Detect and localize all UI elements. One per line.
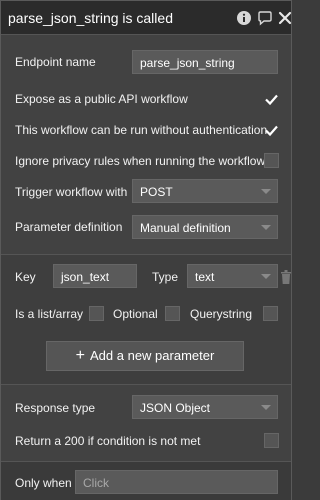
trigger-method-select[interactable]: POST [132,179,278,203]
add-parameter-label: Add a new parameter [90,348,215,363]
response-type-value: JSON Object [140,401,211,415]
workflow-editor-panel: parse_json_string is called Endpoint nam… [0,0,292,500]
param-definition-value: Manual definition [140,221,231,235]
only-when-input[interactable]: Click [75,470,278,494]
title-bar: parse_json_string is called [1,1,293,35]
no-auth-checkbox[interactable] [264,123,279,138]
condition-section: Only when Click [1,461,291,500]
optional-checkbox[interactable] [165,306,180,321]
key-label: Key [15,270,36,284]
trash-icon[interactable] [281,270,291,284]
add-parameter-button[interactable]: + Add a new parameter [46,341,244,371]
chevron-down-icon [261,274,271,279]
endpoint-name-input[interactable]: parse_json_string [132,50,278,74]
ignore-privacy-label: Ignore privacy rules when running the wo… [15,154,266,168]
param-definition-select[interactable]: Manual definition [132,215,278,239]
trigger-label: Trigger workflow with [15,185,128,199]
response-type-label: Response type [15,401,96,415]
param-definition-label: Parameter definition [15,220,123,234]
querystring-label: Querystring [190,307,253,321]
check-icon [265,125,278,137]
endpoint-name-label: Endpoint name [15,55,96,69]
chevron-down-icon [261,405,271,410]
key-input[interactable]: json_text [53,264,137,288]
info-icon[interactable] [236,10,252,26]
type-label: Type [152,270,179,284]
param-type-select[interactable]: text [187,264,278,288]
return-200-label: Return a 200 if condition is not met [15,434,201,448]
param-type-value: text [195,270,215,284]
chevron-down-icon [261,189,271,194]
optional-label: Optional [113,307,158,321]
comment-icon[interactable] [257,10,273,26]
response-section: Response type JSON Object Return a 200 i… [1,385,291,461]
is-list-label: Is a list/array [15,307,84,321]
endpoint-settings: Endpoint name parse_json_string Expose a… [1,36,291,254]
parameter-section: Key json_text Type text Is a list/array … [1,254,291,385]
return-200-checkbox[interactable] [264,433,279,448]
chevron-down-icon [261,225,271,230]
expose-public-checkbox[interactable] [264,92,279,107]
panel-title: parse_json_string is called [8,10,173,26]
no-auth-label: This workflow can be run without authent… [15,123,268,137]
response-type-select[interactable]: JSON Object [132,395,278,419]
ignore-privacy-checkbox[interactable] [264,153,279,168]
trigger-method-value: POST [140,185,173,199]
querystring-checkbox[interactable] [263,306,278,321]
expose-public-label: Expose as a public API workflow [15,92,188,106]
plus-icon: + [75,347,86,364]
is-list-checkbox[interactable] [89,306,104,321]
only-when-label: Only when [15,476,72,490]
close-icon[interactable] [277,10,293,26]
check-icon [265,94,278,106]
